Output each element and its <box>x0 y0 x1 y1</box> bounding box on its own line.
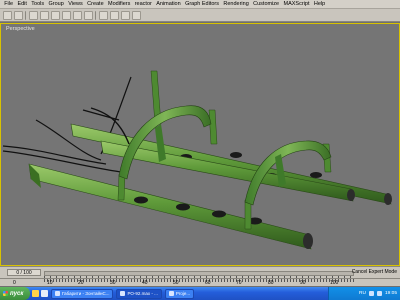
menu-tools[interactable]: Tools <box>29 0 46 9</box>
taskbar-item-explorer[interactable]: Габарити - ЗонтайнС... <box>51 288 114 299</box>
language-indicator[interactable]: RU <box>359 291 366 296</box>
toolbar-divider <box>25 10 27 20</box>
scale-button[interactable] <box>84 10 93 20</box>
menu-rendering[interactable]: Rendering <box>221 0 251 9</box>
start-button[interactable]: пуск <box>0 287 30 300</box>
move-button[interactable] <box>62 10 71 20</box>
ruler-label: 20 <box>78 280 84 286</box>
ruler-ticks <box>44 279 354 282</box>
system-tray: RU 19:05 <box>328 287 400 300</box>
volume-icon[interactable] <box>376 291 382 296</box>
taskbar-item-3dsmax[interactable]: РО-92.max - ... <box>116 288 162 299</box>
rotate-button[interactable] <box>73 10 82 20</box>
menu-bar: File Edit Tools Group Views Create Modif… <box>0 0 400 9</box>
clock[interactable]: 19:05 <box>385 291 397 296</box>
menu-help[interactable]: Help <box>312 0 328 9</box>
ruler-label: 10 <box>47 280 53 286</box>
ruler-label: 70 <box>236 280 242 286</box>
menu-modifiers[interactable]: Modifiers <box>106 0 133 9</box>
timeline-bar: 0 / 100 Cancel Expert Mode <box>0 266 400 279</box>
mirror-button[interactable] <box>99 10 108 20</box>
menu-animation[interactable]: Animation <box>154 0 183 9</box>
select-link-button[interactable] <box>29 10 38 20</box>
ruler-label: 80 <box>268 280 274 286</box>
network-icon[interactable] <box>368 291 374 296</box>
toolbar-divider <box>95 10 97 20</box>
ruler-label: 0 <box>13 280 16 286</box>
folder-icon <box>55 291 60 296</box>
undo-button[interactable] <box>3 10 12 20</box>
start-label: пуск <box>10 290 24 297</box>
menu-group[interactable]: Group <box>46 0 66 9</box>
render-button[interactable] <box>132 10 141 20</box>
redo-button[interactable] <box>14 10 23 20</box>
main-toolbar <box>0 9 400 22</box>
task-label: Габарити - ЗонтайнС... <box>62 291 110 296</box>
menu-reactor[interactable]: reactor <box>133 0 155 9</box>
menu-maxscript[interactable]: MAXScript <box>281 0 311 9</box>
task-label: РО-92.max - ... <box>127 291 158 296</box>
menu-file[interactable]: File <box>2 0 15 9</box>
ruler-label: 50 <box>173 280 179 286</box>
unlink-button[interactable] <box>40 10 49 20</box>
ruler-label: 40 <box>142 280 148 286</box>
3dsmax-icon <box>120 291 126 296</box>
cancel-expert-mode[interactable]: Cancel Expert Mode <box>352 269 397 275</box>
task-label: Proje... <box>175 291 191 296</box>
explorer-quicklaunch-icon[interactable] <box>32 290 39 297</box>
3d-model-render <box>2 70 392 250</box>
cable-wires <box>2 76 132 173</box>
menu-graph-editors[interactable]: Graph Editors <box>183 0 221 9</box>
ruler-label: 60 <box>205 280 211 286</box>
browser-quicklaunch-icon[interactable] <box>41 290 48 297</box>
select-button[interactable] <box>51 10 60 20</box>
align-button[interactable] <box>110 10 119 20</box>
menu-views[interactable]: Views <box>66 0 85 9</box>
frame-ruler: 0 10 20 30 40 50 60 70 80 90 100 <box>0 278 400 286</box>
windows-logo-icon <box>3 291 8 296</box>
windows-taskbar: пуск Габарити - ЗонтайнС... РО-92.max - … <box>0 287 400 300</box>
ruler-label: 30 <box>110 280 116 286</box>
perspective-viewport[interactable]: Perspective <box>0 23 400 266</box>
ruler-label: 100 <box>330 280 339 286</box>
ruler-label: 90 <box>300 280 306 286</box>
taskbar-item-project[interactable]: Proje... <box>164 288 195 299</box>
window-icon <box>168 291 174 296</box>
menu-customize[interactable]: Customize <box>251 0 281 9</box>
menu-edit[interactable]: Edit <box>15 0 29 9</box>
time-slider[interactable]: 0 / 100 <box>7 269 41 276</box>
menu-create[interactable]: Create <box>85 0 106 9</box>
material-editor-button[interactable] <box>121 10 130 20</box>
